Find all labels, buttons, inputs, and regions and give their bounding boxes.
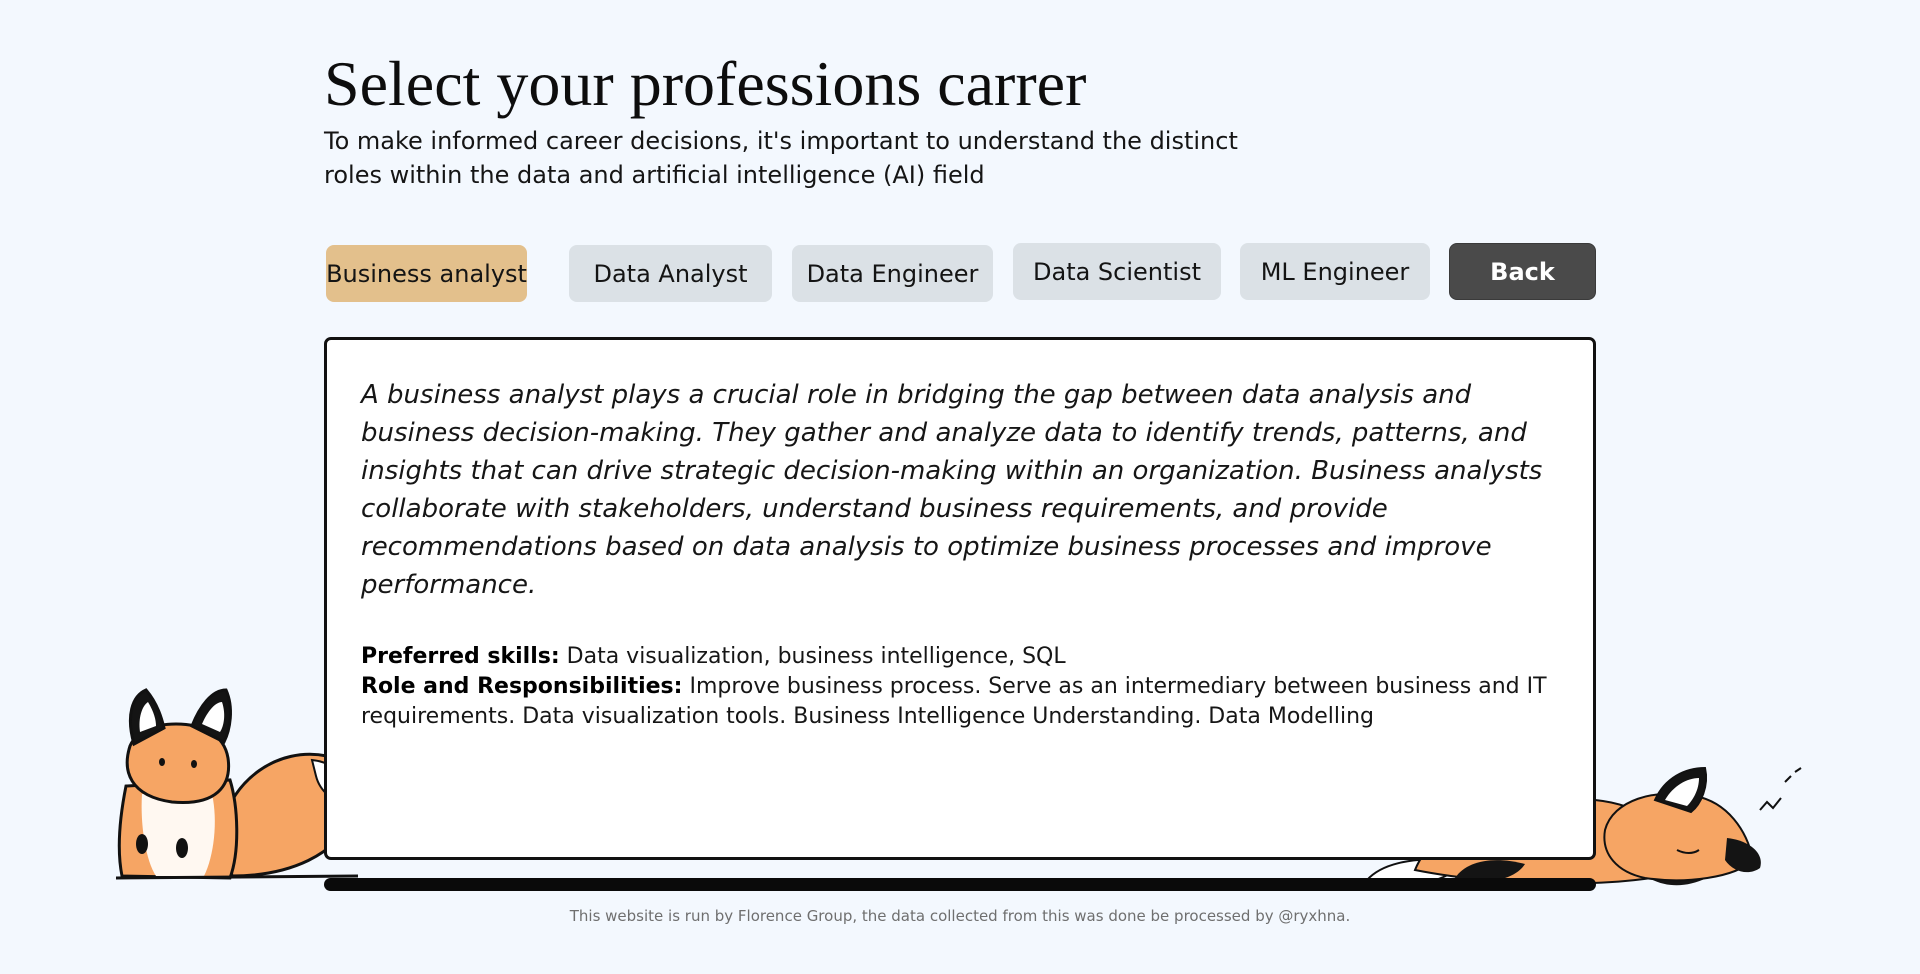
roles-responsibilities: Role and Responsibilities: Improve busin… (361, 672, 1559, 732)
skills-label: Preferred skills: (361, 644, 560, 669)
tab-data-scientist[interactable]: Data Scientist (1013, 243, 1221, 300)
preferred-skills: Preferred skills: Data visualization, bu… (361, 642, 1559, 672)
tab-data-analyst[interactable]: Data Analyst (569, 245, 772, 302)
career-description-card: A business analyst plays a crucial role … (324, 337, 1596, 860)
back-button[interactable]: Back (1449, 243, 1596, 300)
roles-label: Role and Responsibilities: (361, 674, 683, 699)
footer-note: This website is run by Florence Group, t… (569, 907, 1351, 925)
tab-data-engineer[interactable]: Data Engineer (792, 245, 993, 302)
page-title: Select your professions carrer (324, 48, 1087, 119)
career-description: A business analyst plays a crucial role … (361, 380, 1543, 600)
tab-ml-engineer[interactable]: ML Engineer (1240, 243, 1430, 300)
card-shadow-bar (324, 878, 1596, 891)
page-subtitle: To make informed career decisions, it's … (324, 127, 1238, 189)
tab-business-analyst[interactable]: Business analyst (326, 245, 527, 302)
career-tabs: Business analyst Data Analyst Data Engin… (324, 242, 1596, 302)
career-details: Preferred skills: Data visualization, bu… (361, 642, 1559, 732)
skills-text: Data visualization, business intelligenc… (566, 644, 1066, 669)
